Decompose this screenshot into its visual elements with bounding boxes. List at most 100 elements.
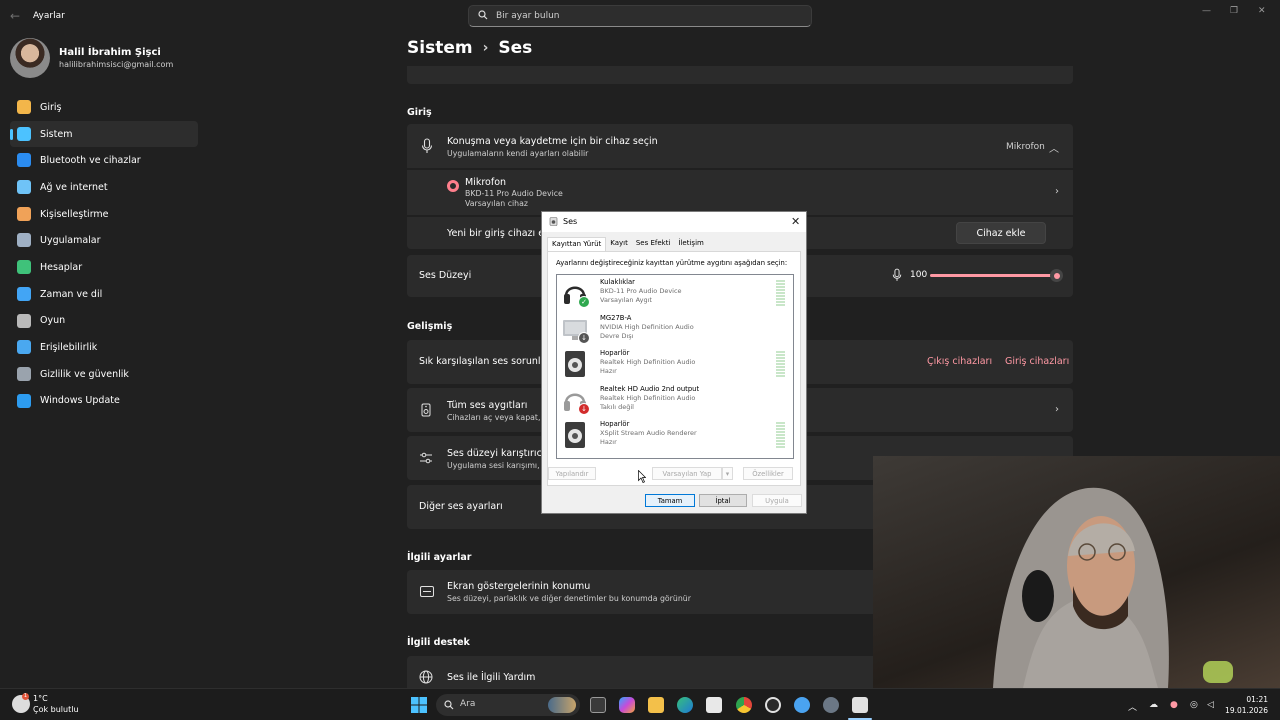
device-name: Realtek HD Audio 2nd output [600,384,700,393]
device-row[interactable]: Hoparlör XSplit Stream Audio Renderer Hazı… [557,418,793,454]
sound-panel-icon[interactable] [852,697,868,713]
maximize-button[interactable]: ❐ [1230,6,1238,16]
copilot-icon[interactable] [619,697,635,713]
sidebar-item-5[interactable]: Uygulamalar [10,227,198,254]
start-windows-icon[interactable] [411,697,427,713]
apply-button[interactable]: Uygula [752,494,802,507]
minimize-button[interactable]: — [1202,6,1211,16]
set-default-button[interactable]: Varsayılan Yap [652,467,722,480]
sidebar-item-8[interactable]: Oyun [10,308,198,335]
file-explorer-icon[interactable] [648,697,664,713]
close-window-button[interactable]: ✕ [1258,6,1266,16]
accessibility-icon [17,340,31,355]
avatar[interactable] [10,38,50,78]
sidebar-item-0[interactable]: Giriş [10,94,198,121]
app-title: Ayarlar [33,11,65,21]
settings-gear-icon[interactable] [823,697,839,713]
tray-overflow-chevron-icon[interactable]: ︿ [1128,700,1137,713]
sound-dialog: Ses ✕ Kayıttan Yürüt Kayıt Ses Efekti İl… [541,211,807,514]
volume-slider-thumb[interactable] [1050,269,1063,282]
device-row[interactable]: ↓ Realtek HD Audio 2nd output Realtek High… [557,383,793,419]
webcam-person-image [993,487,1169,688]
globe-icon [419,670,433,684]
back-arrow-icon[interactable]: ← [10,9,20,23]
sidebar-item-label: Kişiselleştirme [40,208,109,220]
sidebar-item-4[interactable]: Kişiselleştirme [10,201,198,228]
tab-recording[interactable]: Kayıt [606,237,632,251]
profile-email: halilibrahimsisci@gmail.com [59,60,174,69]
more-sound-settings-label: Diğer ses ayarları [419,501,503,512]
set-default-dropdown-icon[interactable]: ▾ [722,467,733,480]
device-detail: XSplit Stream Audio Renderer [600,429,697,437]
input-devices-link[interactable]: Giriş cihazları [1005,356,1069,367]
input-device-select-card[interactable]: Konuşma veya kaydetme için bir cihaz seç… [407,124,1073,168]
chevron-up-icon[interactable]: ︿ [1049,140,1059,155]
messenger-icon[interactable] [794,697,810,713]
edge-browser-icon[interactable] [677,697,693,713]
sidebar-item-11[interactable]: Windows Update [10,388,198,415]
breadcrumb-parent[interactable]: Sistem [407,38,473,58]
default-status-badge-icon: ✓ [578,296,590,308]
task-view-icon[interactable] [590,697,606,713]
store-icon[interactable] [706,697,722,713]
osd-position-title: Ekran göstergelerinin konumu [447,581,591,592]
sidebar-item-7[interactable]: Zaman ve dil [10,281,198,308]
add-device-button[interactable]: Cihaz ekle [956,222,1046,244]
sidebar-item-label: Uygulamalar [40,235,101,247]
microphone-icon [421,138,433,153]
sidebar-item-1[interactable]: Sistem [10,120,198,148]
section-heading-giris: Giriş [407,107,432,118]
breadcrumb-separator: › [482,40,489,56]
tab-playback[interactable]: Kayıttan Yürüt [547,237,607,251]
properties-button[interactable]: Özellikler [743,467,793,480]
dialog-tabs: Kayıttan Yürüt Kayıt Ses Efekti İletişim [547,237,708,251]
microphone-volume-icon[interactable] [892,268,902,282]
configure-button[interactable]: Yapılandır [548,467,596,480]
webcam-background-lamp [1203,661,1233,683]
taskbar: 1 1°C Çok bulutlu Ara ︿ ☁ ● ◎ ◁ 01:21 19… [0,688,1280,720]
sidebar-item-label: Windows Update [40,395,120,407]
weather-description[interactable]: Çok bulutlu [33,705,79,714]
taskbar-search[interactable]: Ara [436,694,580,716]
dialog-close-icon[interactable]: ✕ [791,215,800,228]
chevron-right-icon: › [1055,404,1059,415]
ok-button[interactable]: Tamam [645,494,695,507]
device-detail: Realtek High Definition Audio [600,393,696,402]
tray-microphone-icon[interactable]: ● [1170,700,1178,710]
tray-cloud-icon[interactable]: ☁ [1149,700,1158,710]
page-title: Ses [498,38,533,58]
settings-search-box[interactable]: Bir ayar bulun [468,5,812,27]
sidebar-item-3[interactable]: Ağ ve internet [10,174,198,201]
sidebar-item-6[interactable]: Hesaplar [10,254,198,281]
input-device-item[interactable]: Mikrofon BKD-11 Pro Audio Device Varsayı… [407,170,1073,215]
bluetooth-icon [17,153,31,168]
device-row[interactable]: ↓ MG27B-A NVIDIA High Definition Audio Devr… [557,312,793,348]
device-row[interactable]: Hoparlör Realtek High Definition Audio Haz… [557,347,793,383]
section-heading-ilgili-ayarlar: İlgili ayarlar [407,552,472,563]
cancel-button[interactable]: İptal [699,494,747,507]
volume-slider-track[interactable] [930,274,1056,277]
device-row[interactable]: ✓ Kulaklıklar BKD-11 Pro Audio Device Varsa… [557,276,793,312]
webcam-overlay [873,456,1280,688]
sidebar-item-10[interactable]: Gizlilik ve güvenlik [10,361,198,388]
obs-icon[interactable] [765,697,781,713]
sidebar-item-9[interactable]: Erişilebilirlik [10,334,198,361]
input-device-detail: BKD-11 Pro Audio Device [465,189,563,198]
taskbar-clock[interactable]: 01:21 19.01.2026 [1225,694,1268,716]
chrome-icon[interactable] [736,697,752,713]
tab-communications[interactable]: İletişim [674,237,707,251]
home-icon [17,100,31,114]
tray-network-icon[interactable]: ◎ [1190,700,1198,710]
sidebar-item-2[interactable]: Bluetooth ve cihazlar [10,147,198,174]
output-devices-link[interactable]: Çıkış cihazları [927,356,992,367]
weather-temperature[interactable]: 1°C [33,694,48,703]
search-icon [478,10,488,20]
tab-sounds[interactable]: Ses Efekti [632,237,675,251]
section-heading-ilgili-destek: İlgili destek [407,637,470,648]
input-select-value[interactable]: Mikrofon [1006,142,1045,152]
playback-device-list[interactable]: ✓ Kulaklıklar BKD-11 Pro Audio Device Varsa… [556,274,794,459]
sidebar-item-label: Giriş [40,101,62,113]
update-icon [17,393,31,408]
sidebar-item-label: Ağ ve internet [40,181,108,193]
tray-volume-icon[interactable]: ◁ [1207,700,1214,710]
